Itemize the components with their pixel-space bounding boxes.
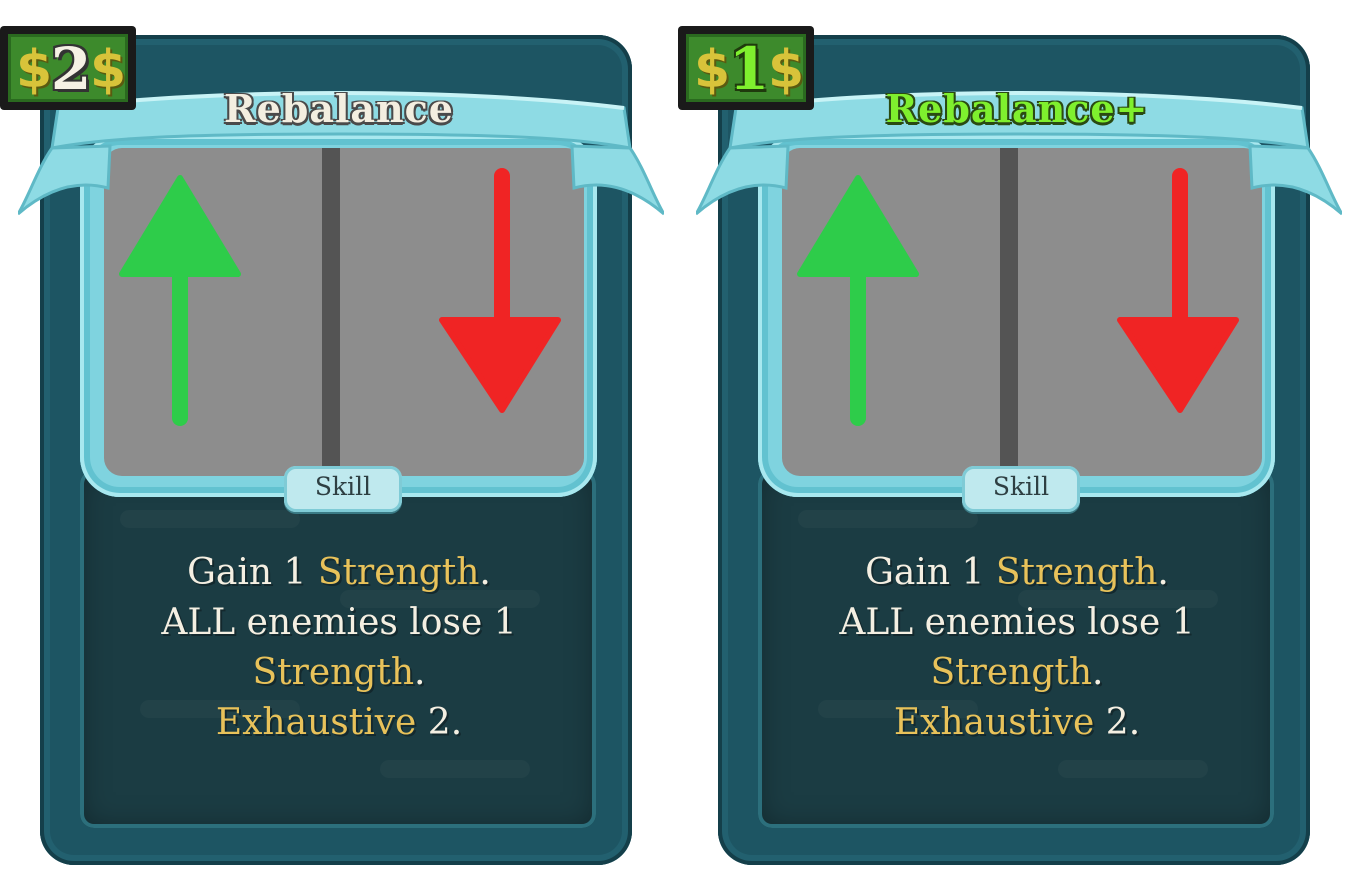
card-description: Gain 1 Strength. ALL enemies lose 1 Stre… (782, 548, 1252, 748)
cost-value: 2 (50, 35, 92, 103)
card-type: Skill (314, 472, 372, 501)
card-type: Skill (992, 472, 1050, 501)
desc-line-3: Strength. (252, 652, 426, 693)
type-plate: Skill (284, 466, 402, 512)
desc-line-4: Exhaustive 2. (215, 702, 463, 743)
cost-badge: $ $ 2 (0, 26, 136, 110)
card-description: Gain 1 Strength. ALL enemies lose 1 Stre… (104, 548, 574, 748)
desc-line-3: Strength. (930, 652, 1104, 693)
desc-line-4: Exhaustive 2. (893, 702, 1141, 743)
desc-line-2: ALL enemies lose 1 (839, 602, 1195, 643)
desc-line-2: ALL enemies lose 1 (161, 602, 517, 643)
desc-line-1: Gain 1 Strength. (187, 552, 491, 593)
card-rebalance[interactable]: Rebalance $ $ 2 Skill Gain 1 Strength. A… (0, 0, 678, 874)
card-rebalance-plus[interactable]: Rebalance+ $ $ 1 Skill Gain 1 Strength. … (678, 0, 1356, 874)
cost-value: 1 (728, 35, 770, 103)
type-plate: Skill (962, 466, 1080, 512)
cost-badge: $ $ 1 (678, 26, 814, 110)
desc-line-1: Gain 1 Strength. (865, 552, 1169, 593)
